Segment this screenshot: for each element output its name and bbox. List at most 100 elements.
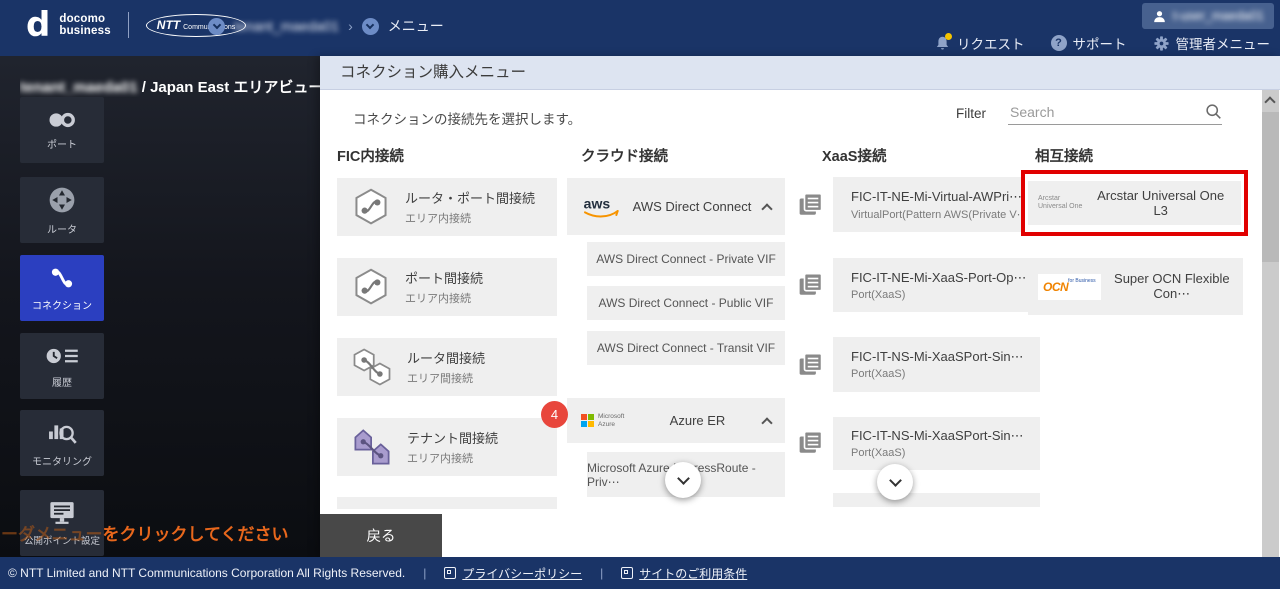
layers-icon [799,352,823,375]
group-title: AWS Direct Connect [632,199,752,214]
xaas-card-3[interactable]: FIC-IT-NS-Mi-XaaSPort-Sin⋯ Port(XaaS) [833,337,1040,392]
vertical-scrollbar[interactable] [1262,90,1279,557]
sidebar-title: tenant_maeda01 / Japan East エリアビュー [20,76,320,97]
card-title: ルータ・ポート間接続 [405,191,536,206]
filter-area: Filter [956,102,1222,125]
sidebar-item-router[interactable]: ルータ [20,177,104,243]
ocn-logo-subtext: for Business [1068,277,1096,284]
xaas-card-1[interactable]: FIC-IT-NE-Mi-Virtual-AWPri⋯ VirtualPort(P… [833,177,1040,232]
chevron-up-icon[interactable] [761,416,773,429]
footer: © NTT Limited and NTT Communications Cor… [0,557,1280,589]
sidebar-item-monitoring[interactable]: モニタリング [20,410,104,476]
connection-purchase-panel: コネクション購入メニュー コネクションの接続先を選択します。 Filter FI… [320,56,1280,557]
azure-logo: Microsoft Azure [581,413,632,428]
breadcrumb: tenant_maeda01 › メニュー [208,16,444,36]
breadcrumb-menu[interactable]: メニュー [388,16,444,36]
scrollbar-thumb[interactable] [1262,112,1279,262]
sidebar-tenant-name: tenant_maeda01 [20,79,138,96]
monitoring-icon [49,424,77,444]
docomo-d-logo-icon: d [26,5,51,45]
search-input[interactable] [1008,102,1222,124]
privacy-policy-link[interactable]: プライバシーポリシー [444,565,582,582]
card-subtitle: エリア内接続 [407,453,473,465]
site-terms-link[interactable]: サイトのご利用条件 [621,565,747,582]
xaas-scroll-down-button[interactable] [877,464,913,500]
layers-icon [799,430,823,453]
arcstar-logo-line2: Universal One [1038,203,1083,210]
docomo-business-logo: docomo business [59,13,110,37]
arcstar-card[interactable]: Arcstar Universal One Arcstar Universal … [1028,181,1241,225]
card-title: ポート間接続 [405,271,484,286]
document-icon [621,567,634,579]
aws-transit-vif-card[interactable]: AWS Direct Connect - Transit VIF [587,331,785,365]
menu-card-partial [833,493,1040,507]
menu-card-port-port[interactable]: ポート間接続 エリア内接続 [337,258,557,316]
sidebar-item-label: ポート [47,139,77,151]
admin-menu-button[interactable]: 管理者メニュー [1153,33,1270,53]
layers-icon [799,192,823,215]
sidebar-area-label: / Japan East エリアビュー [137,79,320,96]
card-subtitle: エリア内接続 [405,293,471,305]
support-button[interactable]: ? サポート [1050,33,1127,53]
sidebar: tenant_maeda01 / Japan East エリアビュー ポート ル… [0,56,320,557]
menu-dropdown-icon[interactable] [361,17,379,35]
privacy-policy-label: プライバシーポリシー [462,566,583,581]
user-name: t-user_maeda01 [1172,9,1264,23]
super-ocn-card[interactable]: OCNfor Business Super OCN Flexible Con⋯ [1028,258,1243,315]
menu-card-tenant-tenant[interactable]: テナント間接続 エリア内接続 [337,418,557,476]
card-subtitle: VirtualPort(Pattern AWS(Private V⋯ [851,208,1028,221]
scrollbar-up-arrow-icon[interactable] [1264,96,1276,108]
card-title: AWS Direct Connect - Private VIF [596,252,776,266]
router-icon [49,187,75,212]
highlight-red-frame: Arcstar Universal One Arcstar Universal … [1021,170,1248,236]
top-actions: リクエスト ? サポート 管理者メニュー [934,32,1270,53]
cloud-scroll-down-button[interactable] [665,462,701,498]
tenant-dropdown-icon[interactable] [208,17,225,35]
search-box [1008,102,1222,125]
connection-icon [51,268,73,287]
azure-logo-text: Microsoft Azure [598,413,625,428]
notification-dot [945,32,952,40]
back-button[interactable]: 戻る [320,514,442,557]
gear-icon [1153,35,1169,51]
search-icon[interactable] [1205,103,1222,120]
menu-card-partial [337,497,557,509]
filter-label: Filter [956,106,986,121]
footer-divider: | [600,566,604,580]
card-title: AWS Direct Connect - Transit VIF [596,341,776,355]
hint-hidden-part: オーダメニュー [0,525,103,544]
ocn-logo: OCNfor Business [1038,273,1101,300]
panel-subtitle: コネクションの接続先を選択します。 [353,112,582,127]
tenant-name[interactable]: tenant_maeda01 [234,18,339,34]
sidebar-item-port[interactable]: ポート [20,97,104,163]
request-button[interactable]: リクエスト [934,32,1025,53]
sidebar-item-connection[interactable]: コネクション [20,255,104,321]
card-subtitle: Port(XaaS) [851,288,906,301]
hexagon-link-icon [355,268,387,305]
column-header-inter: 相互接続 [1035,149,1093,165]
panel-header: コネクション購入メニュー [320,56,1280,90]
card-subtitle: Port(XaaS) [851,368,906,380]
chevron-up-icon[interactable] [761,202,773,215]
site-terms-label: サイトのご利用条件 [639,566,748,581]
support-label: サポート [1072,37,1127,52]
brand-line2: business [59,25,111,37]
sidebar-item-label: コネクション [32,300,92,312]
menu-card-router-port[interactable]: ルータ・ポート間接続 エリア内接続 [337,178,557,236]
panel-title: コネクション購入メニュー [340,64,527,81]
xaas-card-2[interactable]: FIC-IT-NE-Mi-XaaS-Port-Op⋯ Port(XaaS) [833,258,1040,312]
menu-card-router-router[interactable]: ルータ間接続 エリア間接続 [337,338,557,396]
footer-divider: | [423,566,427,580]
card-title: FIC-IT-NE-Mi-Virtual-AWPri⋯ [851,188,1023,204]
column-header-cloud: クラウド接続 [581,149,668,165]
azure-group-card[interactable]: Microsoft Azure Azure ER [567,398,785,443]
user-chip[interactable]: t-user_maeda01 [1141,3,1274,29]
aws-group-card[interactable]: aws AWS Direct Connect [567,178,785,235]
aws-private-vif-card[interactable]: AWS Direct Connect - Private VIF [587,242,785,276]
ntt-logo-text: NTT [156,17,181,32]
xaas-card-4[interactable]: FIC-IT-NS-Mi-XaaSPort-Sin⋯ Port(XaaS) [833,417,1040,470]
aws-public-vif-card[interactable]: AWS Direct Connect - Public VIF [587,286,785,320]
card-subtitle: Port(XaaS) [851,447,906,459]
sidebar-item-history[interactable]: 履歴 [20,333,104,399]
sidebar-item-label: ルータ [47,224,77,236]
